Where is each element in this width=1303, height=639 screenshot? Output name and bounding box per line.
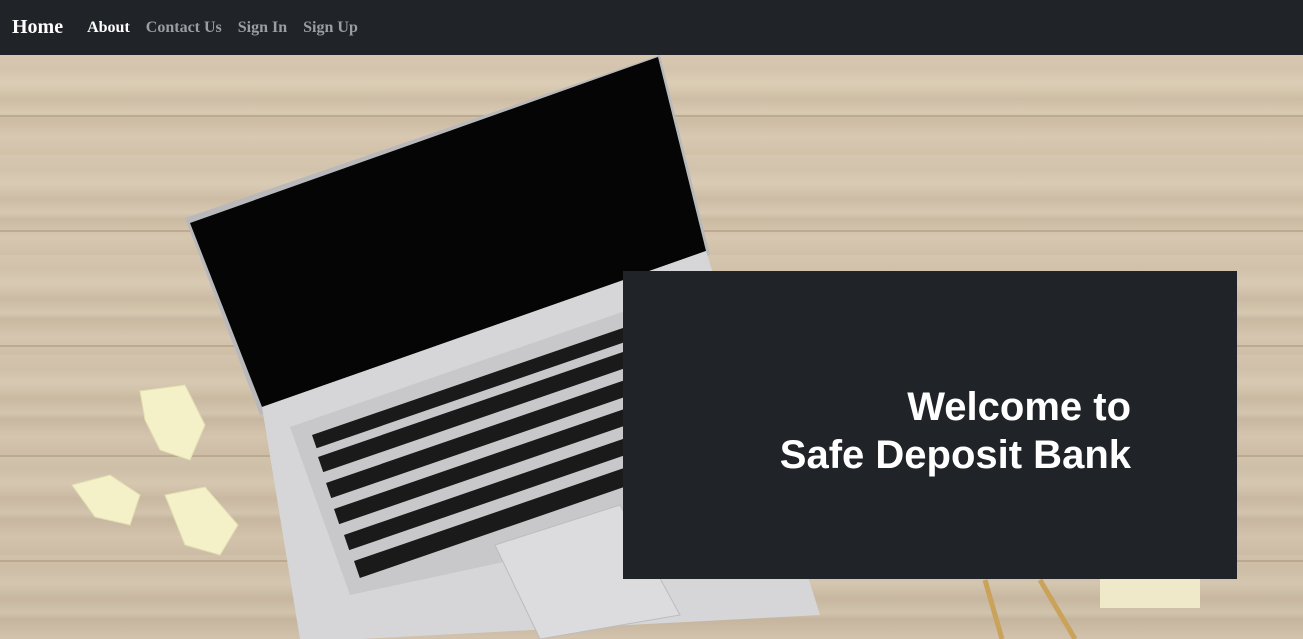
brand-home-link[interactable]: Home	[12, 16, 63, 39]
nav-link-sign-in[interactable]: Sign In	[238, 19, 287, 37]
welcome-panel: Welcome to Safe Deposit Bank	[623, 271, 1237, 579]
nav-link-about[interactable]: About	[87, 19, 130, 37]
nav-link-contact-us[interactable]: Contact Us	[146, 19, 222, 37]
welcome-line-1: Welcome to	[907, 385, 1131, 429]
navbar: Home About Contact Us Sign In Sign Up	[0, 0, 1303, 55]
welcome-heading: Welcome to Safe Deposit Bank	[780, 383, 1131, 479]
nav-link-sign-up[interactable]: Sign Up	[303, 19, 358, 37]
welcome-line-2: Safe Deposit Bank	[779, 433, 1131, 477]
